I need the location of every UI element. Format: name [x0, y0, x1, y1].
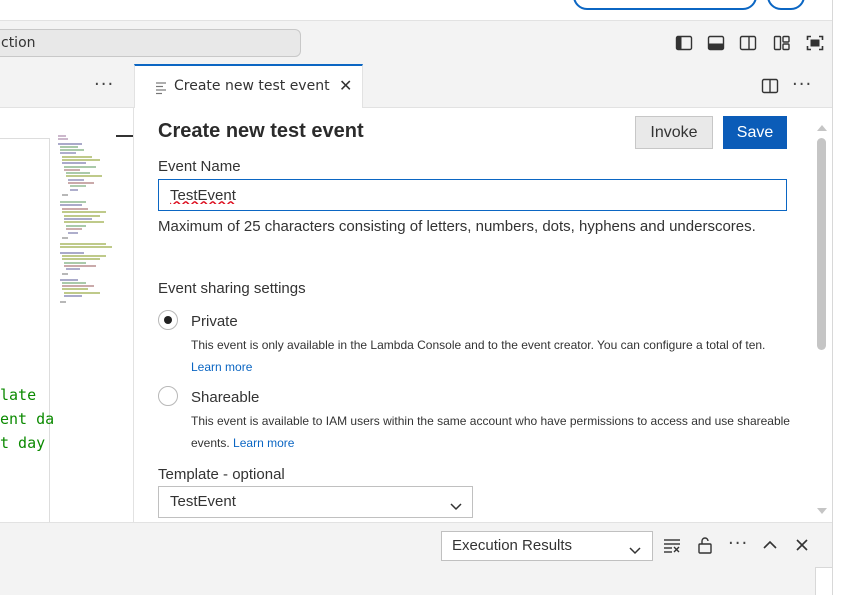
- editor-tabs-row: ··· Create new test event ✕ ···: [0, 64, 832, 108]
- code-line: late: [0, 386, 37, 404]
- shareable-learn-more-link[interactable]: Learn more: [233, 436, 294, 450]
- chevron-down-icon: [628, 539, 642, 555]
- event-name-input[interactable]: [158, 179, 787, 211]
- toggle-primary-sidebar-icon[interactable]: [674, 33, 694, 53]
- private-description: This event is only available in the Lamb…: [191, 334, 791, 378]
- command-center-search[interactable]: ction: [0, 29, 301, 57]
- template-label: Template - optional: [158, 466, 285, 483]
- chevron-down-icon: [449, 494, 463, 511]
- execution-results-select[interactable]: Execution Results: [441, 531, 653, 561]
- scrollbar-thumb[interactable]: [817, 138, 826, 350]
- shareable-description: This event is available to IAM users wit…: [191, 410, 791, 454]
- document-icon: [155, 80, 167, 95]
- left-editor-group: late ent da t day: [0, 108, 134, 522]
- minimap[interactable]: [56, 132, 116, 312]
- code-line: ent da: [0, 410, 55, 428]
- clear-output-icon[interactable]: [662, 535, 682, 555]
- split-editor-icon[interactable]: [760, 76, 780, 96]
- title-toolbar: ction: [0, 20, 832, 64]
- close-icon[interactable]: ✕: [339, 76, 352, 95]
- fullscreen-icon[interactable]: [805, 33, 825, 53]
- scroll-up-icon[interactable]: [816, 118, 828, 131]
- tab-label: Create new test event: [174, 78, 330, 94]
- window-edge: [832, 0, 850, 595]
- chevron-up-icon[interactable]: [760, 535, 780, 555]
- code-line: t day: [0, 434, 46, 452]
- test-event-form: Create new test event Invoke Save Event …: [134, 108, 832, 522]
- bottom-panel: Execution Results ···: [0, 522, 832, 595]
- save-button[interactable]: Save: [723, 116, 787, 149]
- form-scrollbar[interactable]: [812, 108, 832, 522]
- template-select-value: TestEvent: [170, 493, 236, 510]
- event-name-help: Maximum of 25 characters consisting of l…: [158, 218, 756, 235]
- close-panel-icon[interactable]: [792, 535, 812, 555]
- private-radio[interactable]: [158, 310, 178, 330]
- private-description-text: This event is only available in the Lamb…: [191, 338, 766, 352]
- left-group-more-icon[interactable]: ···: [94, 74, 114, 95]
- private-learn-more-link[interactable]: Learn more: [191, 360, 252, 374]
- top-bar: [0, 0, 832, 20]
- page-title: Create new test event: [158, 120, 364, 142]
- event-name-label: Event Name: [158, 158, 241, 175]
- shareable-radio-label[interactable]: Shareable: [191, 389, 259, 406]
- corner-resize-handle[interactable]: [815, 567, 832, 595]
- execution-results-value: Execution Results: [452, 537, 573, 554]
- unlock-icon[interactable]: [695, 535, 715, 555]
- sharing-settings-label: Event sharing settings: [158, 280, 306, 297]
- shareable-radio[interactable]: [158, 386, 178, 406]
- toggle-panel-icon[interactable]: [706, 33, 726, 53]
- header-search-pill[interactable]: [573, 0, 757, 10]
- tab-create-new-test-event[interactable]: Create new test event ✕: [134, 64, 363, 108]
- header-round-button[interactable]: [767, 0, 805, 10]
- code-area[interactable]: [0, 138, 50, 522]
- template-select[interactable]: TestEvent: [158, 486, 473, 518]
- invoke-button[interactable]: Invoke: [635, 116, 713, 149]
- scroll-down-icon[interactable]: [816, 501, 828, 514]
- minimap-slider[interactable]: [116, 135, 133, 137]
- customize-layout-icon[interactable]: [772, 33, 792, 53]
- editor-more-actions-icon[interactable]: ···: [792, 74, 812, 95]
- toggle-secondary-sidebar-icon[interactable]: [738, 33, 758, 53]
- private-radio-label[interactable]: Private: [191, 313, 238, 330]
- panel-more-actions-icon[interactable]: ···: [728, 533, 748, 554]
